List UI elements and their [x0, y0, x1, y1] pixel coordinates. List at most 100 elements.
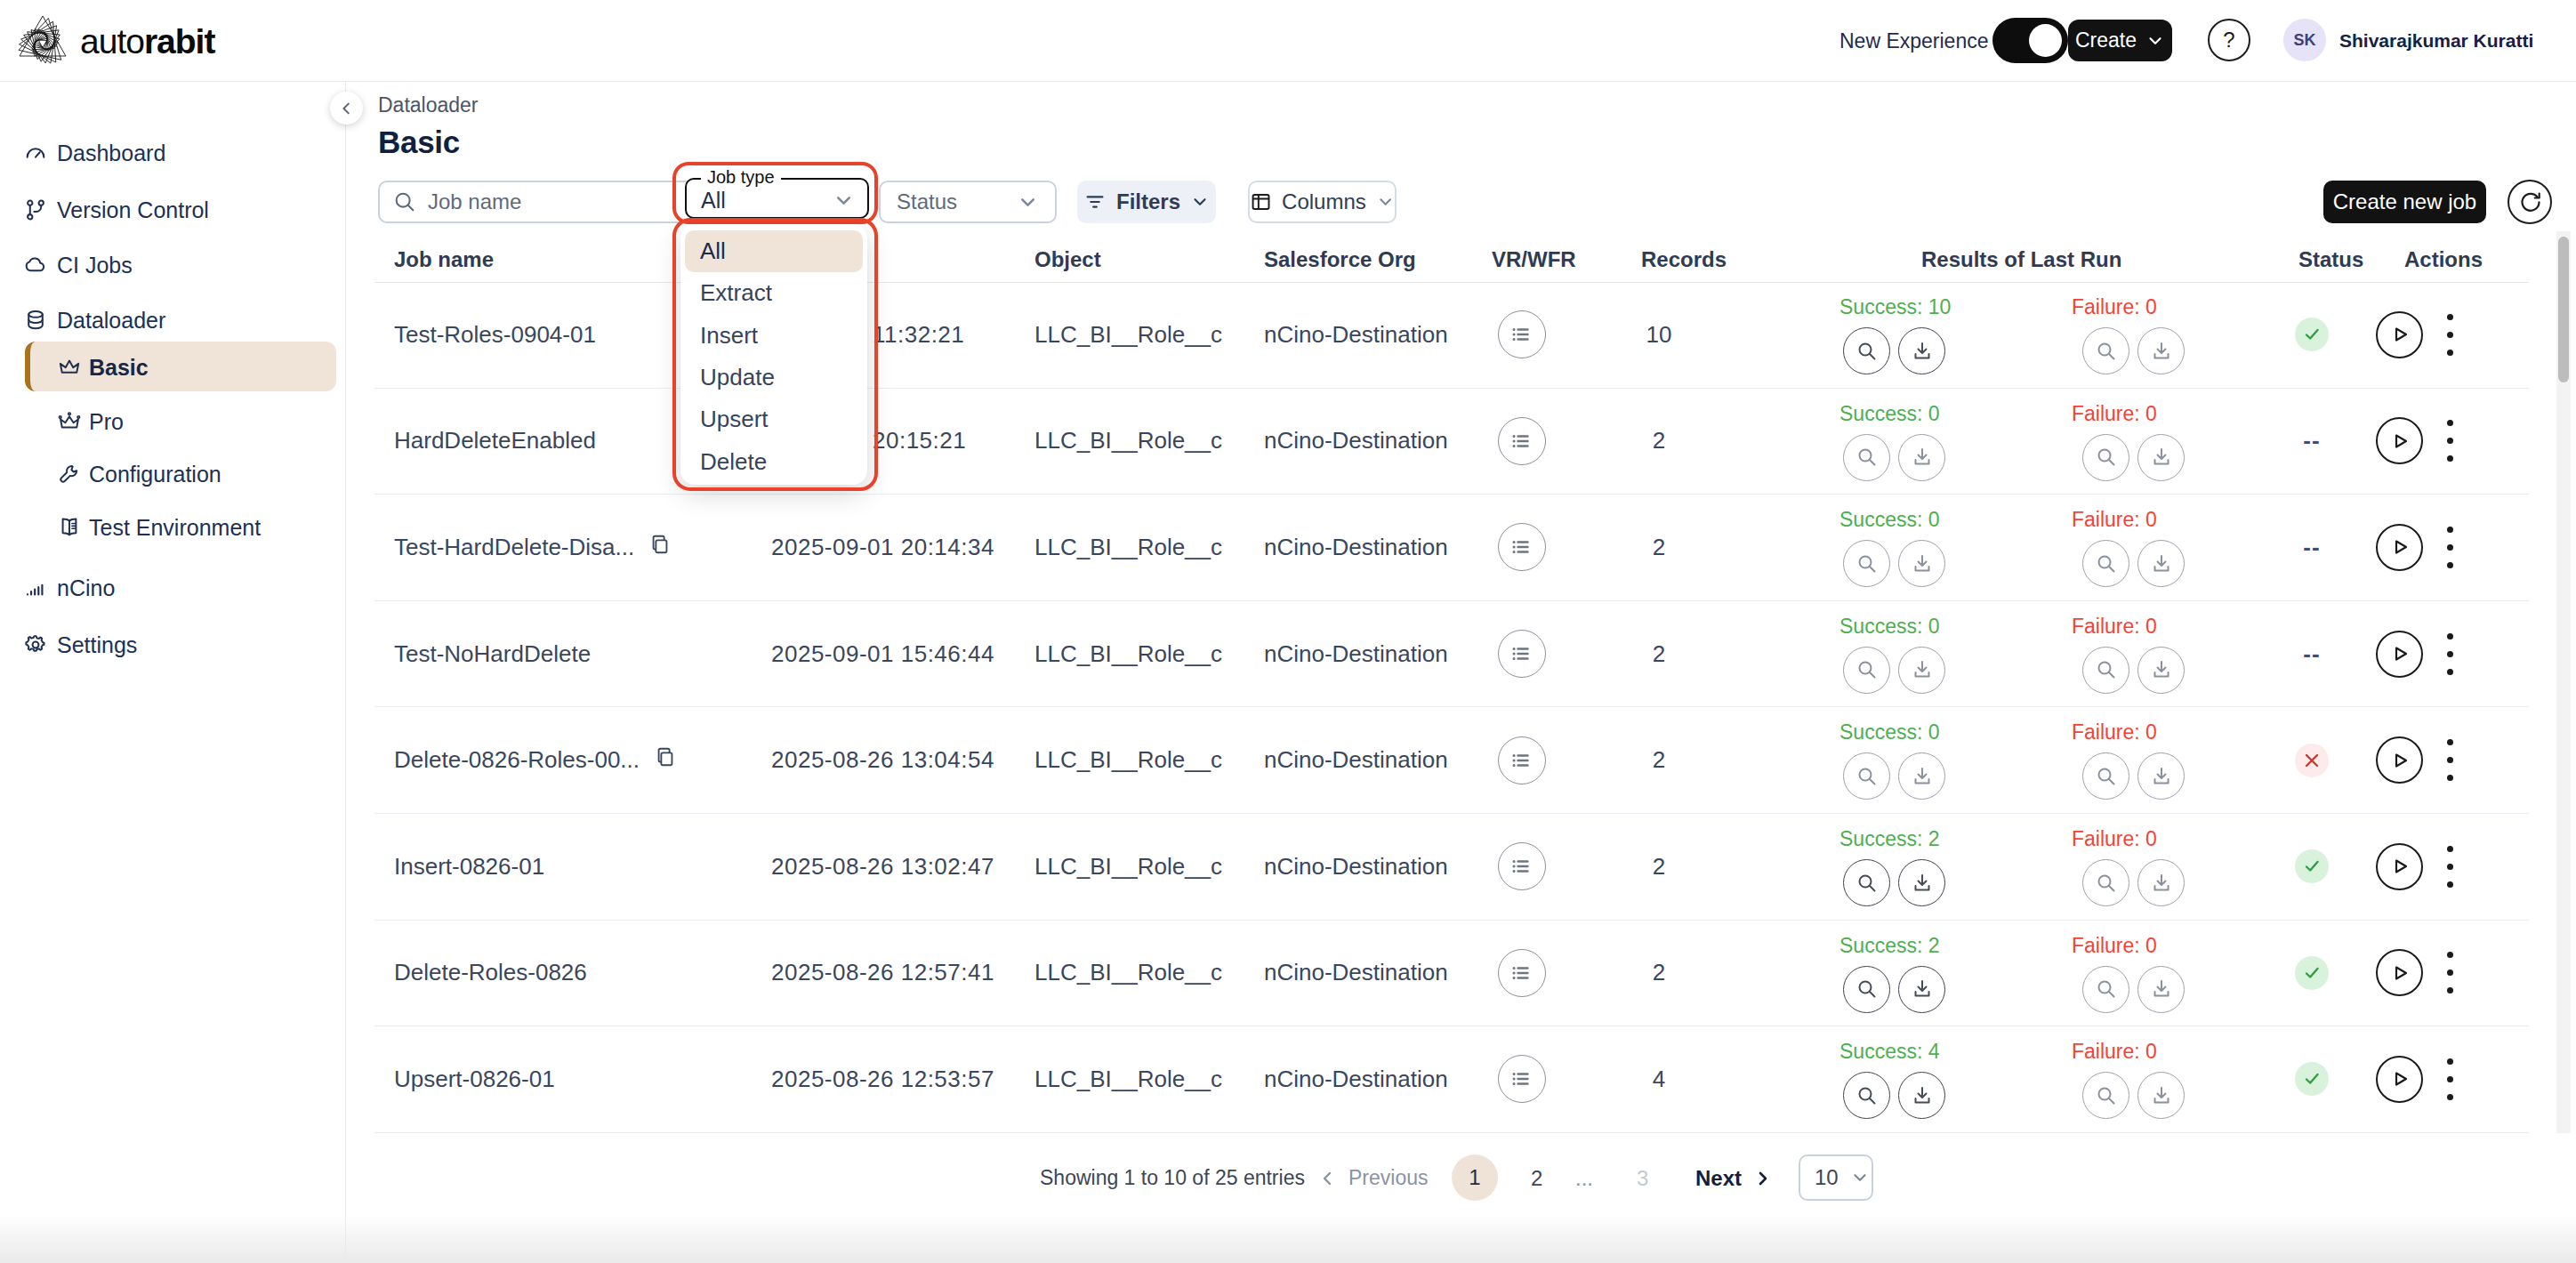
download-failure-button[interactable]	[2137, 327, 2185, 374]
more-actions-button[interactable]	[2447, 314, 2453, 356]
download-success-button[interactable]	[1898, 859, 1945, 906]
download-failure-button[interactable]	[2137, 1072, 2185, 1119]
more-actions-button[interactable]	[2447, 952, 2453, 994]
view-success-button[interactable]	[1843, 540, 1890, 587]
download-failure-button[interactable]	[2137, 540, 2185, 587]
sidebar-item-pro[interactable]: Pro	[0, 396, 345, 447]
view-success-button[interactable]	[1843, 752, 1890, 800]
page-button-2[interactable]: 2	[1531, 1166, 1542, 1191]
avatar[interactable]: SK	[2283, 19, 2326, 61]
vr-wfr-button[interactable]	[1498, 630, 1546, 678]
filters-button[interactable]: Filters	[1077, 181, 1216, 223]
next-page-button[interactable]: Next	[1695, 1166, 1771, 1191]
sidebar-item-ncino[interactable]: nCino	[0, 562, 345, 614]
refresh-button[interactable]	[2508, 180, 2552, 224]
column-header-salesforce-org[interactable]: Salesforce Org	[1264, 247, 1416, 272]
page-button-3[interactable]: 3	[1637, 1166, 1648, 1191]
status-select[interactable]: Status	[879, 181, 1057, 223]
download-success-button[interactable]	[1898, 540, 1945, 587]
view-failure-button[interactable]	[2082, 647, 2129, 694]
run-job-button[interactable]	[2376, 949, 2423, 996]
copy-icon[interactable]	[654, 745, 677, 775]
column-header-results[interactable]: Results of Last Run	[1921, 247, 2121, 272]
job-name[interactable]: Test-NoHardDelete	[394, 640, 591, 668]
sidebar-item-settings[interactable]: Settings	[0, 619, 345, 671]
vr-wfr-button[interactable]	[1498, 949, 1546, 997]
scrollbar-thumb[interactable]	[2558, 237, 2569, 382]
download-success-button[interactable]	[1898, 434, 1945, 481]
more-actions-button[interactable]	[2447, 527, 2453, 568]
download-success-button[interactable]	[1898, 752, 1945, 800]
vr-wfr-button[interactable]	[1498, 417, 1546, 465]
download-failure-button[interactable]	[2137, 859, 2185, 906]
more-actions-button[interactable]	[2447, 420, 2453, 462]
create-new-job-button[interactable]: Create new job	[2323, 181, 2486, 223]
download-failure-button[interactable]	[2137, 647, 2185, 694]
vr-wfr-button[interactable]	[1498, 310, 1546, 358]
view-failure-button[interactable]	[2082, 859, 2129, 906]
column-header-actions[interactable]: Actions	[2404, 247, 2483, 272]
copy-icon[interactable]	[648, 533, 672, 562]
view-failure-button[interactable]	[2082, 327, 2129, 374]
column-header-status[interactable]: Status	[2298, 247, 2363, 272]
new-experience-toggle[interactable]	[1992, 18, 2068, 63]
vr-wfr-button[interactable]	[1498, 842, 1546, 890]
run-job-button[interactable]	[2376, 736, 2423, 784]
run-job-button[interactable]	[2376, 1056, 2423, 1103]
view-failure-button[interactable]	[2082, 434, 2129, 481]
sidebar-item-configuration[interactable]: Configuration	[0, 448, 345, 500]
vr-wfr-button[interactable]	[1498, 1055, 1546, 1103]
job-name[interactable]: Upsert-0826-01	[394, 1066, 555, 1093]
run-job-button[interactable]	[2376, 524, 2423, 571]
view-failure-button[interactable]	[2082, 540, 2129, 587]
job-name[interactable]: Test-HardDelete-Disa...	[394, 534, 634, 561]
run-job-button[interactable]	[2376, 631, 2423, 678]
job-name[interactable]: Insert-0826-01	[394, 853, 544, 881]
job-name[interactable]: Delete-Roles-0826	[394, 959, 587, 986]
run-job-button[interactable]	[2376, 311, 2423, 358]
view-failure-button[interactable]	[2082, 1072, 2129, 1119]
page-button-1[interactable]: 1	[1452, 1154, 1498, 1201]
view-failure-button[interactable]	[2082, 966, 2129, 1013]
more-actions-button[interactable]	[2447, 1058, 2453, 1100]
sidebar-item-dashboard[interactable]: Dashboard	[0, 127, 345, 179]
sidebar-collapse-button[interactable]	[330, 92, 363, 125]
download-success-button[interactable]	[1898, 966, 1945, 1013]
page-size-select[interactable]: 10	[1799, 1154, 1873, 1201]
view-success-button[interactable]	[1843, 966, 1890, 1013]
more-actions-button[interactable]	[2447, 846, 2453, 888]
sidebar-item-basic[interactable]: Basic	[0, 342, 345, 393]
run-job-button[interactable]	[2376, 843, 2423, 890]
view-success-button[interactable]	[1843, 1072, 1890, 1119]
vr-wfr-button[interactable]	[1498, 523, 1546, 571]
view-success-button[interactable]	[1843, 327, 1890, 374]
breadcrumb[interactable]: Dataloader	[378, 93, 479, 117]
view-success-button[interactable]	[1843, 434, 1890, 481]
job-name[interactable]: HardDeleteEnabled	[394, 427, 596, 455]
download-success-button[interactable]	[1898, 1072, 1945, 1119]
download-failure-button[interactable]	[2137, 752, 2185, 800]
sidebar-item-dataloader[interactable]: Dataloader	[0, 294, 345, 346]
column-header-records[interactable]: Records	[1641, 247, 1727, 272]
more-actions-button[interactable]	[2447, 633, 2453, 675]
job-name-search-input[interactable]: Job name	[378, 181, 706, 223]
job-name[interactable]: Test-Roles-0904-01	[394, 321, 596, 349]
job-name[interactable]: Delete-0826-Roles-00...	[394, 746, 640, 774]
run-job-button[interactable]	[2376, 417, 2423, 464]
view-success-button[interactable]	[1843, 647, 1890, 694]
create-button[interactable]: Create	[2068, 20, 2172, 61]
sidebar-item-version-control[interactable]: Version Control	[0, 184, 345, 236]
column-header-vr-wfr[interactable]: VR/WFR	[1492, 247, 1576, 272]
download-success-button[interactable]	[1898, 327, 1945, 374]
download-success-button[interactable]	[1898, 647, 1945, 694]
sidebar-item-ci-jobs[interactable]: CI Jobs	[0, 239, 345, 291]
download-failure-button[interactable]	[2137, 966, 2185, 1013]
previous-page-button[interactable]: Previous	[1319, 1166, 1428, 1190]
vr-wfr-button[interactable]	[1498, 736, 1546, 784]
view-success-button[interactable]	[1843, 859, 1890, 906]
help-button[interactable]: ?	[2208, 19, 2250, 61]
view-failure-button[interactable]	[2082, 752, 2129, 800]
download-failure-button[interactable]	[2137, 434, 2185, 481]
column-header-object[interactable]: Object	[1034, 247, 1101, 272]
more-actions-button[interactable]	[2447, 739, 2453, 781]
